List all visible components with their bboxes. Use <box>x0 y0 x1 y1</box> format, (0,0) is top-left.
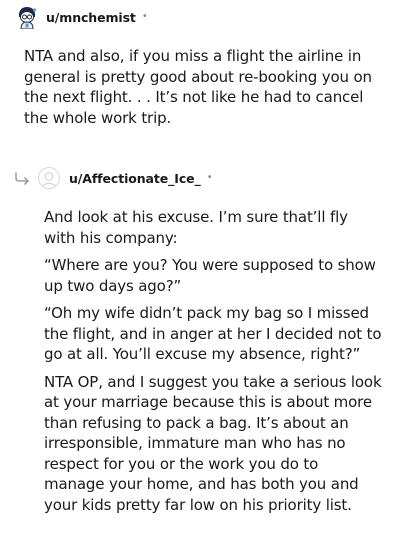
snoo-avatar-icon[interactable] <box>16 5 38 29</box>
comment-author[interactable]: u/Affectionate_Ice_ <box>69 171 201 186</box>
comment-header: u/mnchemist • <box>0 0 400 33</box>
comment-body: And look at his excuse. I’m sure that’ll… <box>0 207 400 515</box>
comment-reply: u/Affectionate_Ice_ • And look at his ex… <box>0 162 400 522</box>
reply-arrow-icon <box>14 171 32 185</box>
comment-paragraph: “Oh my wife didn’t pack my bag so I miss… <box>44 304 382 363</box>
comment-top: u/mnchemist • NTA and also, if you miss … <box>0 0 400 135</box>
comment-paragraph: NTA OP, and I suggest you take a serious… <box>44 372 382 514</box>
comment-paragraph: “Where are you? You were supposed to sho… <box>44 256 376 295</box>
comment-author[interactable]: u/mnchemist <box>46 10 136 25</box>
default-avatar-icon[interactable] <box>38 167 60 189</box>
meta-separator: • <box>206 172 213 183</box>
comment-body: NTA and also, if you miss a flight the a… <box>0 46 400 128</box>
comment-paragraph: And look at his excuse. I’m sure that’ll… <box>44 208 348 247</box>
comment-paragraph: NTA and also, if you miss a flight the a… <box>24 47 372 127</box>
meta-separator: • <box>141 11 148 22</box>
comment-header: u/Affectionate_Ice_ • <box>0 162 400 194</box>
